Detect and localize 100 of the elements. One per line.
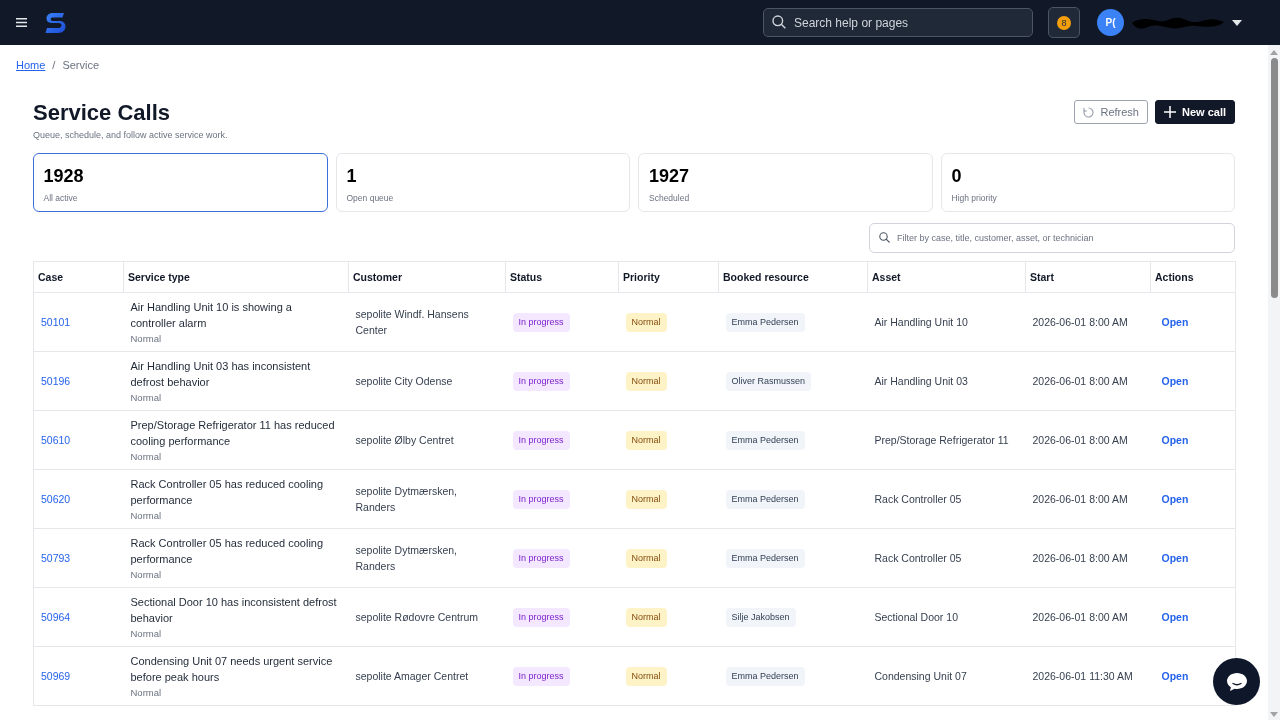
column-header: Case (33, 261, 124, 293)
column-header: Actions (1150, 261, 1236, 293)
page-title: Service Calls (33, 100, 171, 126)
priority-note: Normal (130, 685, 163, 700)
customer-name: sepolite Windf. Hansens Center (355, 307, 470, 338)
customer-name: sepolite City Odense (355, 374, 453, 389)
open-link[interactable]: Open (1161, 552, 1189, 564)
priority-badge: Normal (625, 430, 667, 450)
menu-button[interactable] (16, 18, 27, 27)
column-header: Status (505, 261, 619, 293)
open-link[interactable]: Open (1161, 670, 1189, 682)
refresh-button[interactable]: Refresh (1074, 100, 1148, 124)
filter-field[interactable]: Filter by case, title, customer, asset, or technician (869, 223, 1235, 253)
open-link[interactable]: Open (1161, 434, 1189, 446)
start-time: 2026-06-01 11:30 AM (1032, 669, 1133, 684)
customer-name: sepolite Rødovre Centrum (355, 610, 479, 625)
start-time: 2026-06-01 8:00 AM (1032, 433, 1128, 448)
priority-note: Normal (130, 626, 163, 641)
case-link[interactable]: 50101 (41, 316, 71, 328)
customer-name: sepolite Dytmærsken, Randers (355, 543, 459, 574)
asset-name: Rack Controller 05 (874, 551, 962, 566)
stat-value: 1 (346, 165, 357, 187)
status-badge: In progress (512, 312, 570, 332)
stat-card[interactable]: 1 Open queue (335, 153, 630, 212)
service-title: Rack Controller 05 has reduced cooling performance (130, 535, 325, 567)
search-icon (879, 232, 890, 243)
service-title: Prep/Storage Refrigerator 11 has reduced cooling performance (130, 417, 336, 449)
column-header: Booked resource (718, 261, 868, 293)
search-icon (772, 15, 786, 29)
priority-note: Normal (130, 567, 163, 582)
start-time: 2026-06-01 8:00 AM (1032, 551, 1128, 566)
count-badge: 8 (1057, 15, 1071, 30)
resource-tag: Oliver Rasmussen (725, 371, 812, 391)
plus-icon (1163, 106, 1176, 118)
scrollbar[interactable] (1268, 45, 1280, 720)
scroll-up-icon[interactable] (1270, 50, 1278, 55)
open-link[interactable]: Open (1161, 493, 1189, 505)
resource-tag: Emma Pedersen (725, 666, 805, 686)
menu-icon (16, 18, 27, 27)
resource-tag: Emma Pedersen (725, 312, 805, 332)
resource-tag: Emma Pedersen (725, 489, 805, 509)
status-badge: In progress (512, 489, 570, 509)
stat-label: High priority (951, 193, 997, 204)
asset-name: Air Handling Unit 10 (874, 315, 968, 330)
status-badge: In progress (512, 548, 570, 568)
priority-note: Normal (130, 331, 163, 346)
breadcrumb-separator: / (52, 58, 56, 72)
notifications-button[interactable]: 8 (1048, 7, 1080, 38)
case-link[interactable]: 50196 (41, 375, 71, 387)
priority-note: Normal (130, 390, 163, 405)
column-header: Start (1025, 261, 1151, 293)
service-title: Rack Controller 05 has reduced cooling performance (130, 476, 325, 508)
priority-badge: Normal (625, 607, 667, 627)
stat-value: 1927 (649, 165, 690, 187)
column-header: Priority (618, 261, 719, 293)
resource-tag: Emma Pedersen (725, 548, 805, 568)
service-title: Sectional Door 10 has inconsistent defrost behavior (130, 594, 338, 626)
asset-name: Condensing Unit 07 (874, 669, 967, 684)
stat-card[interactable]: 1928 All active (33, 153, 328, 212)
stat-label: All active (43, 192, 78, 204)
search-field[interactable]: Search help or pages (763, 8, 1033, 37)
priority-badge: Normal (625, 312, 667, 332)
stat-card[interactable]: 1927 Scheduled (638, 153, 933, 212)
asset-name: Rack Controller 05 (874, 492, 962, 507)
open-link[interactable]: Open (1161, 611, 1189, 623)
caret-icon[interactable] (1232, 19, 1242, 26)
chat-bubble-icon (1225, 671, 1248, 692)
chat-button[interactable] (1213, 658, 1260, 705)
user-avatar[interactable]: P( (1097, 9, 1124, 36)
new-call-button[interactable]: New call (1154, 100, 1235, 124)
page-subtitle: Queue, schedule, and follow active service work. (33, 129, 228, 142)
asset-name: Prep/Storage Refrigerator 11 (874, 433, 1009, 448)
breadcrumb-current: Service (62, 58, 100, 72)
breadcrumb-link[interactable]: Home (16, 58, 46, 72)
service-title: Air Handling Unit 10 is showing a controller alarm (130, 299, 293, 331)
case-link[interactable]: 50793 (41, 552, 71, 564)
status-badge: In progress (512, 607, 570, 627)
priority-badge: Normal (625, 666, 667, 686)
start-time: 2026-06-01 8:00 AM (1032, 374, 1128, 389)
status-badge: In progress (512, 430, 570, 450)
case-link[interactable]: 50969 (41, 670, 71, 682)
service-title: Air Handling Unit 03 has inconsistent defrost behavior (130, 358, 312, 390)
case-link[interactable]: 50964 (41, 611, 71, 623)
status-badge: In progress (512, 371, 570, 391)
scrollbar-thumb[interactable] (1270, 58, 1278, 298)
scroll-down-icon[interactable] (1270, 712, 1278, 717)
open-link[interactable]: Open (1161, 375, 1189, 387)
case-link[interactable]: 50610 (41, 434, 71, 446)
open-link[interactable]: Open (1161, 316, 1189, 328)
customer-name: sepolite Dytmærsken, Randers (355, 484, 459, 515)
resource-tag: Silje Jakobsen (725, 607, 796, 627)
start-time: 2026-06-01 8:00 AM (1032, 315, 1128, 330)
resource-tag: Emma Pedersen (725, 430, 805, 450)
start-time: 2026-06-01 8:00 AM (1032, 610, 1128, 625)
stat-value: 1928 (43, 164, 84, 187)
case-link[interactable]: 50620 (41, 493, 71, 505)
stat-card[interactable]: 0 High priority (940, 153, 1235, 212)
customer-name: sepolite Amager Centret (355, 669, 469, 684)
priority-note: Normal (130, 508, 163, 523)
priority-badge: Normal (625, 489, 667, 509)
